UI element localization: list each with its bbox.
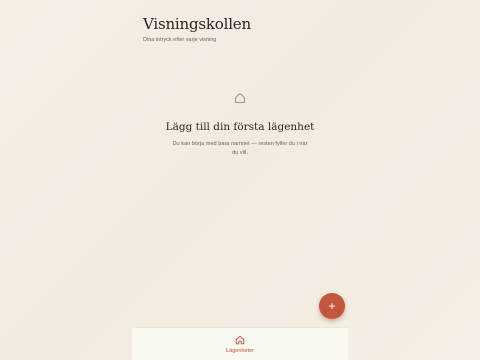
- plus-icon: +: [328, 299, 336, 313]
- empty-state-text: Du kan börja med bara namnet — resten fy…: [172, 141, 308, 156]
- empty-state: Lägg till din första lägenhet Du kan bör…: [0, 92, 480, 158]
- house-icon: [235, 93, 245, 103]
- add-apartment-button[interactable]: +: [319, 293, 345, 319]
- bottom-nav: Lägenheter: [132, 327, 348, 360]
- app-subtitle: Dina intryck efter varje visning: [143, 37, 217, 43]
- app-title: Visningskollen: [143, 15, 251, 33]
- nav-item-apartments[interactable]: Lägenheter: [220, 328, 260, 360]
- app-header: Visningskollen Dina intryck efter varje …: [143, 14, 251, 44]
- house-icon: [235, 335, 245, 345]
- nav-item-label: Lägenheter: [226, 348, 254, 354]
- app-screen: Visningskollen Dina intryck efter varje …: [0, 0, 480, 360]
- empty-state-title: Lägg till din första lägenhet: [165, 121, 315, 133]
